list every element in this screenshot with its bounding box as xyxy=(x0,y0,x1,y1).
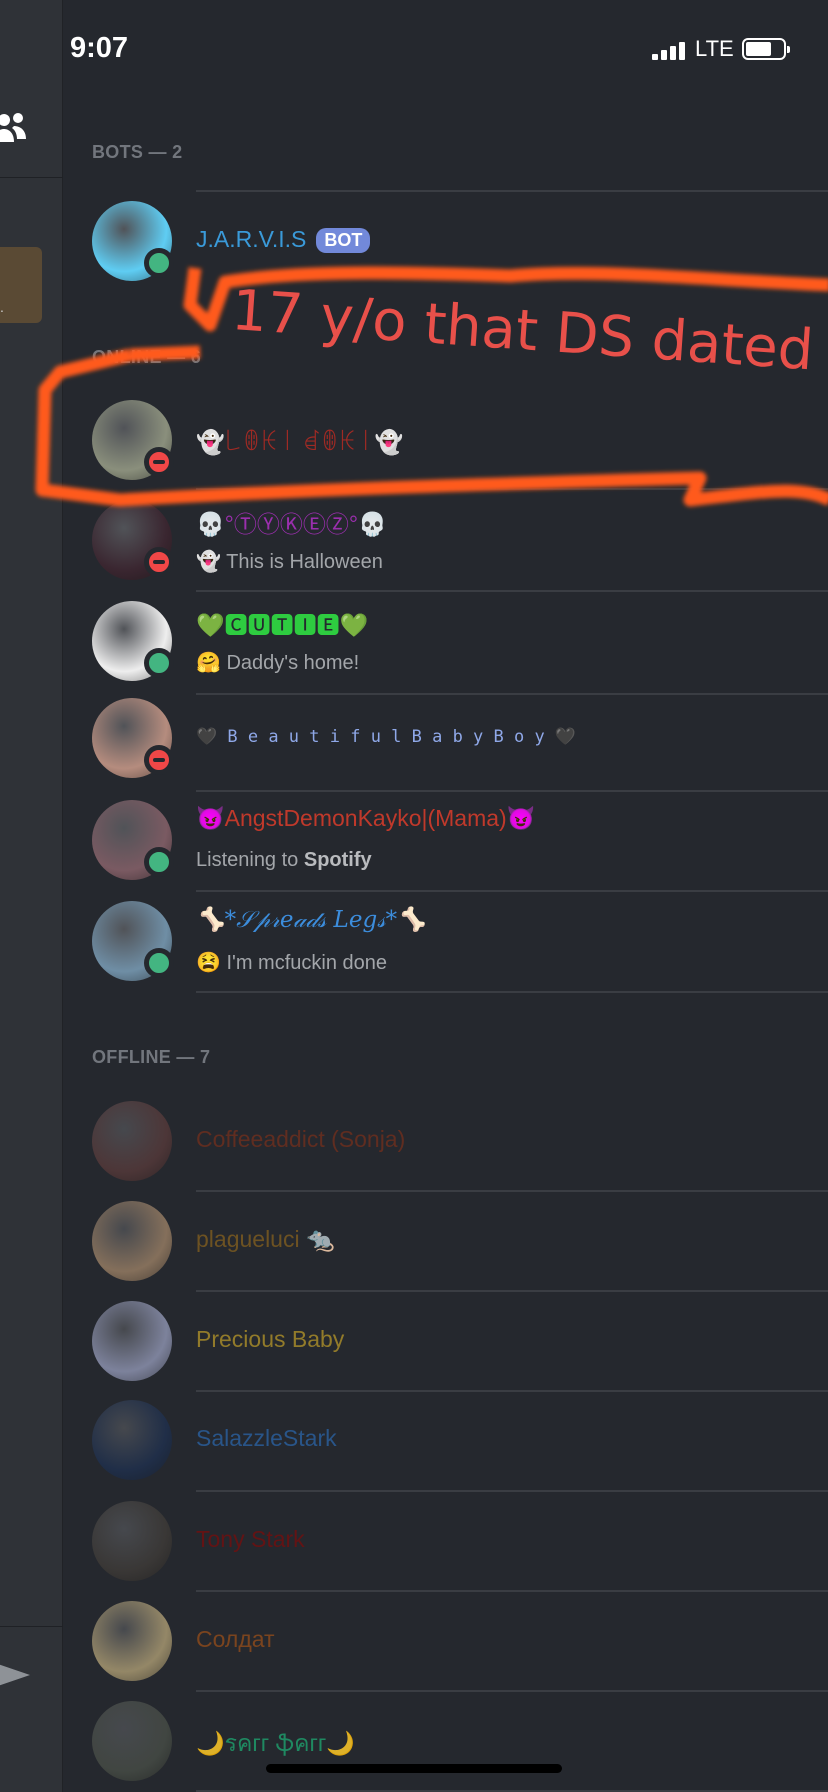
avatar[interactable] xyxy=(92,1501,172,1581)
dnd-status-icon xyxy=(144,447,174,477)
member-name: 💀°ⓉⓎⓀⒺⓏ°💀 xyxy=(196,505,387,539)
member-name-text: Precious Baby xyxy=(196,1326,345,1352)
member-name: Tony Stark xyxy=(196,1526,305,1553)
divider xyxy=(0,177,63,178)
battery-icon xyxy=(742,38,790,60)
member-row[interactable]: Солдат xyxy=(0,1596,828,1686)
member-name-text: plagueluci 🐀 xyxy=(196,1226,335,1252)
dnd-status-icon xyxy=(144,745,174,775)
status-bar: 9:07 LTE xyxy=(0,0,828,100)
divider xyxy=(196,590,828,592)
member-row[interactable]: 💀°ⓉⓎⓀⒺⓏ°💀 👻 This is Halloween xyxy=(0,495,828,585)
online-status-icon xyxy=(144,248,174,278)
member-name-text: J.A.R.V.I.S xyxy=(196,226,307,252)
online-status-icon xyxy=(144,948,174,978)
member-name: J.A.R.V.I.S BOT xyxy=(196,226,371,254)
divider xyxy=(196,1590,828,1592)
member-name: Солдат xyxy=(196,1626,275,1653)
member-row[interactable]: Tony Stark xyxy=(0,1496,828,1586)
member-row[interactable]: Coffeeaddict (Sonja) xyxy=(0,1096,828,1186)
network-type: LTE xyxy=(695,36,734,61)
activity-name: Spotify xyxy=(303,849,372,871)
card-text: . xyxy=(0,299,4,315)
member-name: Precious Baby xyxy=(196,1326,344,1353)
divider xyxy=(196,1690,828,1692)
dnd-status-icon xyxy=(144,547,174,577)
divider xyxy=(196,190,828,192)
member-name-text: Coffeeaddict (Sonja) xyxy=(196,1126,406,1152)
member-name: 😈AngstDemonKayko|(Mama)😈 xyxy=(196,805,535,832)
activity-prefix: Listening to xyxy=(196,849,304,871)
custom-status: 😫 I'm mcfuckin done xyxy=(196,952,388,974)
member-row[interactable]: plagueluci 🐀 xyxy=(0,1196,828,1286)
divider xyxy=(196,991,828,993)
member-row[interactable]: 😈AngstDemonKayko|(Mama)😈 Listening to Spo… xyxy=(0,795,828,885)
home-indicator[interactable] xyxy=(266,1764,562,1773)
avatar[interactable] xyxy=(92,1301,172,1381)
member-name: 👻꒒ꂦꀘ꒐ ꀸꂦꀘ꒐👻 xyxy=(196,425,403,456)
member-name-text: SalazzleStark xyxy=(196,1425,337,1451)
member-name-text: Tony Stark xyxy=(196,1526,305,1552)
member-row[interactable]: Precious Baby xyxy=(0,1296,828,1386)
member-row[interactable]: 🖤 B e a u t i f u l B a b y B o y 🖤 xyxy=(0,693,828,783)
member-name: SalazzleStark xyxy=(196,1425,337,1452)
member-row[interactable]: 💚🅲🆄🆃🅸🅴💚 🤗 Daddy's home! xyxy=(0,596,828,686)
custom-status: 🤗 Daddy's home! xyxy=(196,652,360,674)
custom-status: 👻 This is Halloween xyxy=(196,551,383,573)
member-name-text: 👻꒒ꂦꀘ꒐ ꀸꂦꀘ꒐👻 xyxy=(196,429,404,455)
member-name-text: 🌙รคгг ֆคгг🌙 xyxy=(196,1730,355,1756)
divider xyxy=(196,890,828,892)
avatar[interactable] xyxy=(92,1601,172,1681)
avatar[interactable] xyxy=(92,1201,172,1281)
member-row[interactable]: 🦴*𝒮𝓅𝓇𝑒𝒶𝒹𝓈 𝐿𝑒𝑔𝓈*🦴 😫 I'm mcfuckin done xyxy=(0,896,828,986)
member-name: plagueluci 🐀 xyxy=(196,1226,335,1253)
divider xyxy=(196,1490,828,1492)
divider xyxy=(196,1190,828,1192)
section-header-online: ONLINE — 6 xyxy=(92,347,202,367)
member-name-text: 🦴*𝒮𝓅𝓇𝑒𝒶𝒹𝓈 𝐿𝑒𝑔𝓈*🦴 xyxy=(196,907,426,933)
divider xyxy=(196,488,828,490)
member-name-text: 💚🅲🆄🆃🅸🅴💚 xyxy=(196,612,369,638)
member-name: 💚🅲🆄🆃🅸🅴💚 xyxy=(196,606,368,640)
members-icon[interactable] xyxy=(0,112,28,146)
divider xyxy=(196,1290,828,1292)
divider xyxy=(196,790,828,792)
clock: 9:07 xyxy=(70,32,129,64)
online-status-icon xyxy=(144,648,174,678)
member-name: 🖤 B e a u t i f u l B a b y B o y 🖤 xyxy=(196,727,576,747)
member-row[interactable]: J.A.R.V.I.S BOT xyxy=(0,196,828,286)
avatar[interactable] xyxy=(92,1101,172,1181)
member-name: 🌙รคгг ֆคгг🌙 xyxy=(196,1726,355,1762)
divider xyxy=(196,1390,828,1392)
member-name-text: 😈AngstDemonKayko|(Mama)😈 xyxy=(196,805,536,831)
member-row[interactable]: 👻꒒ꂦꀘ꒐ ꀸꂦꀘ꒐👻 xyxy=(0,395,828,485)
custom-status: Listening to Spotify xyxy=(196,849,372,872)
bot-badge: BOT xyxy=(316,228,371,254)
signal-icon xyxy=(652,40,688,60)
member-name: 🦴*𝒮𝓅𝓇𝑒𝒶𝒹𝓈 𝐿𝑒𝑔𝓈*🦴 xyxy=(196,906,426,933)
member-name: Coffeeaddict (Sonja) xyxy=(196,1126,405,1153)
section-header-bots: BOTS — 2 xyxy=(92,142,183,162)
avatar[interactable] xyxy=(92,1400,172,1480)
online-status-icon xyxy=(144,847,174,877)
member-name-text: 🖤 B e a u t i f u l B a b y B o y 🖤 xyxy=(196,727,577,747)
member-row[interactable]: SalazzleStark xyxy=(0,1395,828,1485)
avatar[interactable] xyxy=(92,1701,172,1781)
member-name-text: 💀°ⓉⓎⓀⒺⓏ°💀 xyxy=(196,511,387,537)
annotation-text: 17 y/o that DS dated xyxy=(229,278,816,384)
section-header-offline: OFFLINE — 7 xyxy=(92,1047,211,1067)
member-name-text: Солдат xyxy=(196,1626,275,1652)
